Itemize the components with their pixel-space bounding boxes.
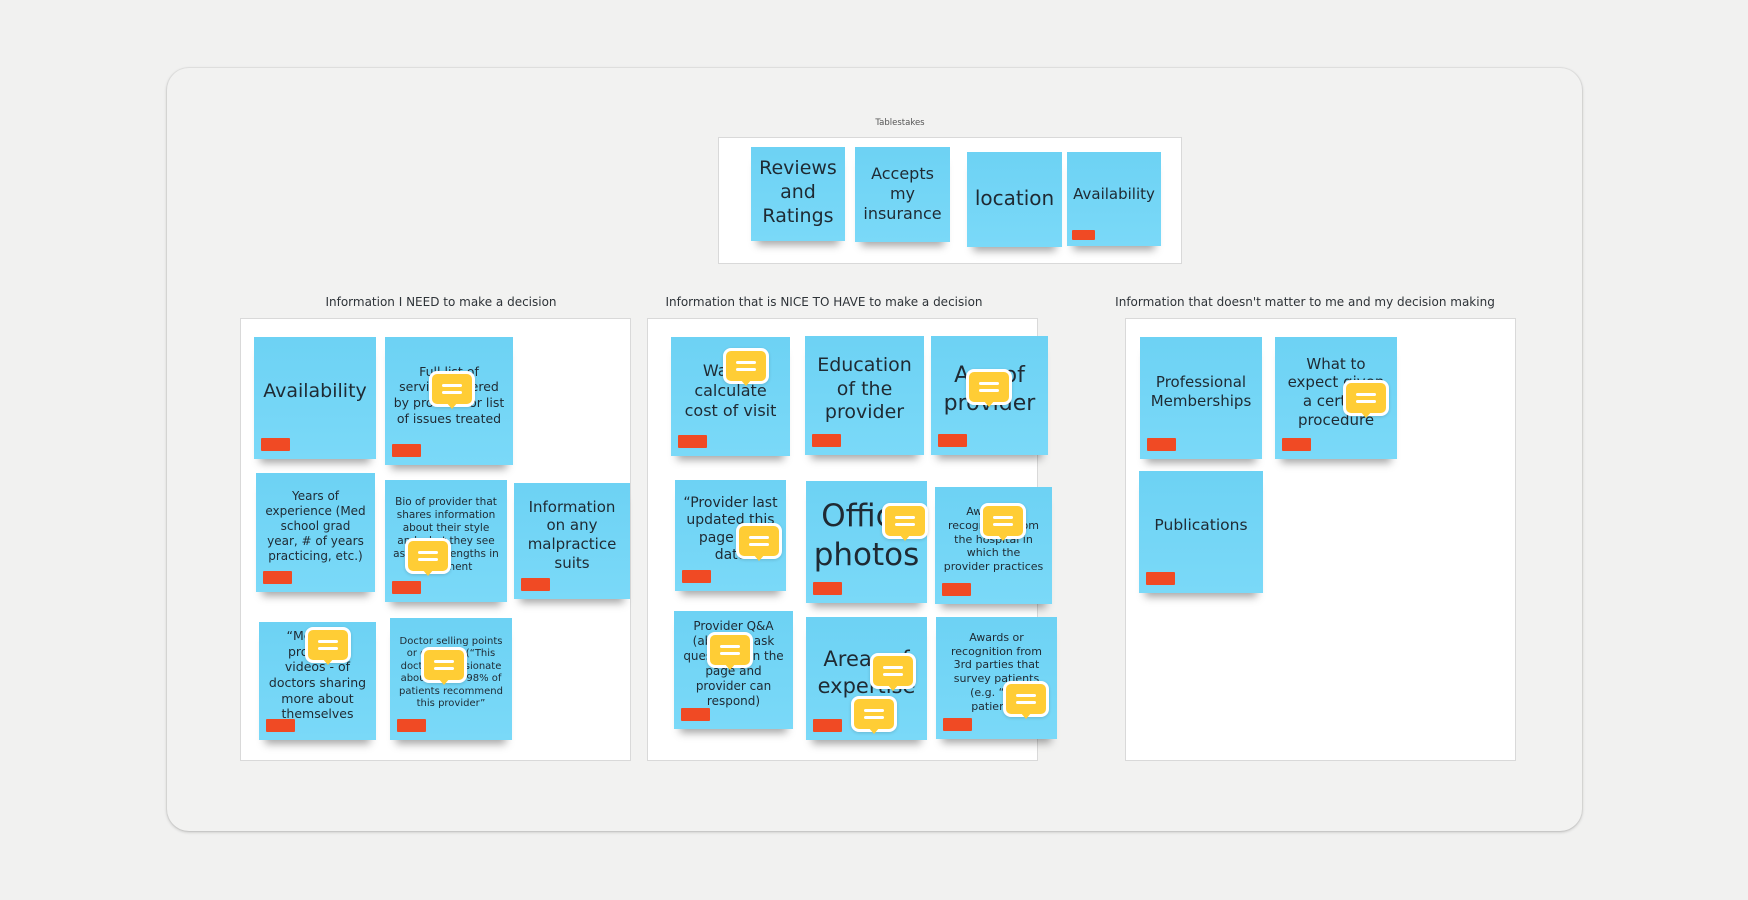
comment-icon[interactable] <box>429 371 475 409</box>
sticky-note[interactable]: Education of the provider <box>805 336 924 455</box>
red-tag-icon <box>1072 230 1095 240</box>
sticky-note[interactable]: Years of experience (Med school grad yea… <box>256 473 375 592</box>
red-tag-icon <box>1146 572 1175 585</box>
red-tag-icon <box>813 582 842 595</box>
red-tag-icon <box>682 570 711 583</box>
red-tag-icon <box>678 435 707 448</box>
red-tag-icon <box>1282 438 1311 451</box>
sticky-text: Accepts my insurance <box>863 163 942 223</box>
sticky-text: Professional Memberships <box>1150 373 1252 410</box>
red-tag-icon <box>1147 438 1176 451</box>
sticky-note[interactable]: Accepts my insurance <box>855 147 950 242</box>
sticky-text: Availability <box>263 380 367 403</box>
group-title-doesnt-matter: Information that doesn't matter to me an… <box>1115 295 1495 309</box>
comment-icon[interactable] <box>980 503 1026 541</box>
comment-icon[interactable] <box>851 696 897 734</box>
sticky-text: Reviews and Ratings <box>759 157 837 227</box>
red-tag-icon <box>942 583 971 596</box>
red-tag-icon <box>812 434 841 447</box>
red-tag-icon <box>681 708 710 721</box>
red-tag-icon <box>266 719 295 732</box>
sticky-note[interactable]: Information on any malpractice suits <box>514 483 630 599</box>
group-title-nice: Information that is NICE TO HAVE to make… <box>665 295 983 309</box>
red-tag-icon <box>392 444 421 457</box>
sticky-note[interactable]: location <box>967 152 1062 247</box>
sticky-text: Information on any malpractice suits <box>527 497 617 572</box>
red-tag-icon <box>938 434 967 447</box>
comment-icon[interactable] <box>736 523 782 561</box>
sticky-note[interactable]: Reviews and Ratings <box>751 147 845 241</box>
red-tag-icon <box>392 581 421 594</box>
sticky-note[interactable]: Awards or recognition from 3rd parties t… <box>936 617 1057 739</box>
comment-icon[interactable] <box>723 348 769 386</box>
comment-icon[interactable] <box>707 632 753 670</box>
comment-icon[interactable] <box>966 369 1012 407</box>
sticky-note[interactable]: Office photos <box>806 481 927 603</box>
sticky-text: Availability <box>1073 184 1155 203</box>
comment-icon[interactable] <box>1003 681 1049 719</box>
comment-icon[interactable] <box>305 627 351 665</box>
comment-icon[interactable] <box>405 538 451 576</box>
comment-icon[interactable] <box>1343 380 1389 418</box>
red-tag-icon <box>521 578 550 591</box>
red-tag-icon <box>813 719 842 732</box>
sticky-note[interactable]: Professional Memberships <box>1140 337 1262 459</box>
comment-icon[interactable] <box>870 653 916 691</box>
red-tag-icon <box>397 719 426 732</box>
comment-icon[interactable] <box>882 503 928 541</box>
sticky-text: location <box>974 186 1055 210</box>
sticky-note[interactable]: Provider Q&A (ability to ask questions o… <box>674 611 793 729</box>
red-tag-icon <box>263 571 292 584</box>
sticky-text: Education of the provider <box>817 353 912 424</box>
group-title-tablestakes: Tablestakes <box>875 118 925 128</box>
sticky-note[interactable]: Publications <box>1139 471 1263 593</box>
sticky-text: Years of experience (Med school grad yea… <box>265 489 366 563</box>
group-title-need: Information I NEED to make a decision <box>325 295 557 309</box>
sticky-text: Publications <box>1154 516 1248 535</box>
red-tag-icon <box>261 438 290 451</box>
comment-icon[interactable] <box>421 647 467 685</box>
red-tag-icon <box>943 718 972 731</box>
sticky-note[interactable]: Availability <box>1067 152 1161 246</box>
sticky-note[interactable]: Availability <box>254 337 376 459</box>
